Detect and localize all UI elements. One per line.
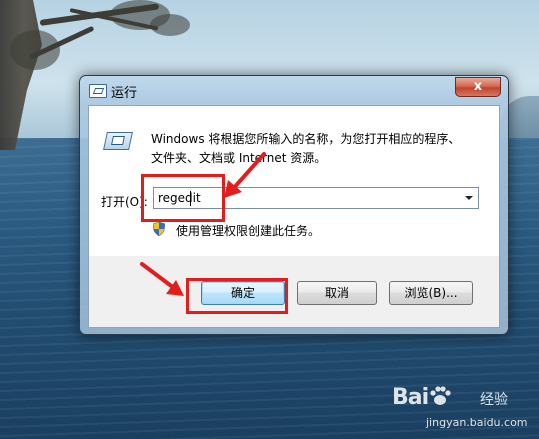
shield-icon <box>153 222 165 236</box>
run-icon <box>89 84 107 98</box>
baidu-watermark: Bai 经验 jingyan.baidu.com <box>392 381 532 435</box>
watermark-suffix: 经验 <box>480 392 508 408</box>
dropdown-arrow-icon[interactable] <box>465 196 473 200</box>
description-line-1: Windows 将根据您所输入的名称，为您打开相应的程序、 <box>151 132 461 146</box>
arrow-to-input-icon <box>224 152 266 198</box>
description-line-2: 文件夹、文档或 Internet 资源。 <box>151 151 327 165</box>
dialog-description: Windows 将根据您所输入的名称，为您打开相应的程序、 文件夹、文档或 In… <box>151 130 491 168</box>
browse-button[interactable]: 浏览(B)... <box>389 281 473 305</box>
watermark-url: jingyan.baidu.com <box>426 416 528 429</box>
tree-foliage <box>10 30 60 70</box>
run-icon <box>103 130 133 152</box>
tree-foliage <box>150 14 190 36</box>
cancel-button[interactable]: 取消 <box>297 281 377 305</box>
title-bar[interactable]: 运行 x <box>80 76 508 104</box>
dialog-title: 运行 <box>111 86 138 101</box>
ok-highlight-box <box>186 278 288 314</box>
watermark-logo: Bai <box>392 385 452 410</box>
close-icon: x <box>473 79 483 94</box>
paw-icon <box>430 386 451 405</box>
close-button[interactable]: x <box>455 77 501 97</box>
arrow-to-ok-icon <box>140 262 184 296</box>
input-highlight-box <box>141 174 225 222</box>
admin-note: 使用管理权限创建此任务。 <box>176 224 321 238</box>
